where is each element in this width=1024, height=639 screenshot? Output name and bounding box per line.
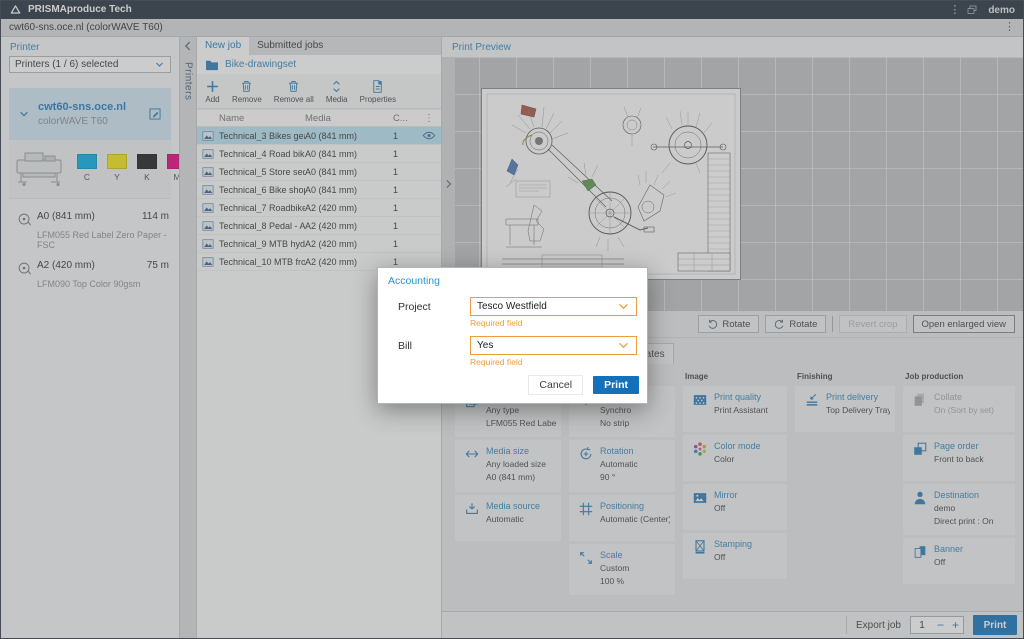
- project-select[interactable]: Tesco Westfield: [470, 297, 637, 316]
- dialog-print-button[interactable]: Print: [593, 376, 639, 394]
- bill-select[interactable]: Yes: [470, 336, 637, 355]
- project-required-hint: Required field: [378, 316, 647, 329]
- chevron-down-icon: [617, 339, 630, 352]
- cancel-button[interactable]: Cancel: [528, 375, 583, 395]
- chevron-down-icon: [617, 300, 630, 313]
- accounting-dialog: Accounting Project Tesco Westfield Requi…: [377, 267, 648, 404]
- app-window: PRISMAproduce Tech ⋮ demo cwt60-sns.oce.…: [0, 0, 1024, 639]
- project-label: Project: [398, 301, 470, 313]
- bill-label: Bill: [398, 340, 470, 352]
- bill-value: Yes: [477, 340, 493, 351]
- dialog-title: Accounting: [378, 268, 647, 290]
- project-value: Tesco Westfield: [477, 301, 547, 312]
- bill-required-hint: Required field: [378, 355, 647, 368]
